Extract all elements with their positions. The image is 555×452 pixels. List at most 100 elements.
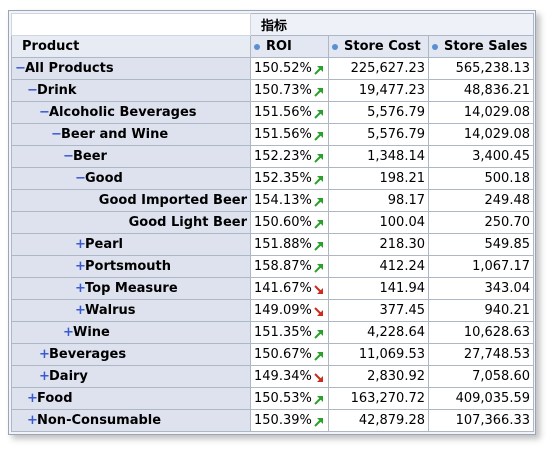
table-row: −Drink 150.73% 19,477.23 48,836.21 [11,79,534,102]
store-sales-cell: 3,400.45 [428,145,534,168]
measure-icon [332,43,338,50]
row-member-cell[interactable]: +Dairy [11,365,251,388]
roi-value: 151.56% [254,127,312,142]
roi-cell: 152.35% [250,167,329,190]
collapse-icon[interactable]: − [63,149,74,164]
expand-icon[interactable]: + [75,281,86,296]
collapse-icon[interactable]: − [27,83,38,98]
row-member-cell[interactable]: +Top Measure [11,277,251,300]
roi-cell: 151.35% [250,321,329,344]
arrow-up-right-icon [313,416,325,428]
store-cost-cell: 198.21 [328,167,429,190]
arrow-up-right-icon [313,64,325,76]
collapse-icon[interactable]: − [75,171,86,186]
row-member-cell[interactable]: −Drink [11,79,251,102]
table-row: −Beer and Wine 151.56% 5,576.79 14,029.08 [11,123,534,146]
roi-value: 152.35% [254,171,312,186]
arrow-up-right-icon [313,394,325,406]
store-sales-cell: 565,238.13 [428,57,534,80]
row-member-cell[interactable]: +Food [11,387,251,410]
table-row: +Pearl 151.88% 218.30 549.85 [11,233,534,256]
measure-header-label: Store Sales [444,39,528,54]
row-member-cell[interactable]: +Pearl [11,233,251,256]
roi-cell: 151.56% [250,123,329,146]
row-label: Walrus [85,303,136,318]
arrow-up-right-icon [313,196,325,208]
store-cost-cell: 5,576.79 [328,123,429,146]
expand-icon[interactable]: + [75,237,86,252]
store-sales-cell: 107,366.33 [428,409,534,432]
row-label: Good Light Beer [128,215,247,230]
row-label: Dairy [49,369,88,384]
table-row: +Beverages 150.67% 11,069.53 27,748.53 [11,343,534,366]
roi-cell: 141.67% [250,277,329,300]
table-row: +Top Measure 141.67% 141.94 343.04 [11,277,534,300]
row-member-cell[interactable]: −All Products [11,57,251,80]
row-label: Beverages [49,347,127,362]
collapse-icon[interactable]: − [51,127,62,142]
store-sales-cell: 14,029.08 [428,101,534,124]
store-cost-cell: 100.04 [328,211,429,234]
pivot-grid: 指标 Product ROI Store Cost Store Sales −A… [8,10,536,435]
corner-cell [11,13,251,36]
store-sales-cell: 10,628.63 [428,321,534,344]
measure-icon [432,43,438,50]
expand-icon[interactable]: + [63,325,74,340]
arrow-down-right-icon [313,306,325,318]
store-cost-cell: 11,069.53 [328,343,429,366]
row-member-cell[interactable]: −Alcoholic Beverages [11,101,251,124]
row-member-cell[interactable]: +Wine [11,321,251,344]
store-cost-cell: 225,627.23 [328,57,429,80]
expand-icon[interactable]: + [75,303,86,318]
measure-header-store-sales[interactable]: Store Sales [428,35,534,58]
measure-icon [254,43,260,50]
arrow-up-right-icon [313,350,325,362]
table-row: −Alcoholic Beverages 151.56% 5,576.79 14,02… [11,101,534,124]
store-cost-cell: 412.24 [328,255,429,278]
row-member-cell[interactable]: −Good [11,167,251,190]
row-label: Top Measure [85,281,178,296]
roi-value: 151.56% [254,105,312,120]
expand-icon[interactable]: + [75,259,86,274]
roi-cell: 150.73% [250,79,329,102]
row-label: Good [85,171,123,186]
roi-value: 150.52% [254,61,312,76]
store-cost-cell: 218.30 [328,233,429,256]
expand-icon[interactable]: + [27,391,38,406]
dimension-header-label: Product [22,39,80,54]
roi-cell: 149.09% [250,299,329,322]
pivot-table: 指标 Product ROI Store Cost Store Sales −A… [11,13,534,432]
expand-icon[interactable]: + [39,369,50,384]
store-sales-cell: 48,836.21 [428,79,534,102]
collapse-icon[interactable]: − [15,61,26,76]
measure-header-roi[interactable]: ROI [250,35,329,58]
store-sales-cell: 549.85 [428,233,534,256]
row-member-cell[interactable]: +Beverages [11,343,251,366]
table-row: Good Light Beer 150.60% 100.04 250.70 [11,211,534,234]
store-cost-cell: 4,228.64 [328,321,429,344]
store-cost-cell: 19,477.23 [328,79,429,102]
store-cost-cell: 377.45 [328,299,429,322]
measure-header-store-cost[interactable]: Store Cost [328,35,429,58]
arrow-up-right-icon [313,130,325,142]
row-member-cell[interactable]: Good Imported Beer [11,189,251,212]
table-row: Good Imported Beer 154.13% 98.17 249.48 [11,189,534,212]
roi-value: 141.67% [254,281,312,296]
row-member-cell[interactable]: +Portsmouth [11,255,251,278]
store-sales-cell: 249.48 [428,189,534,212]
expand-icon[interactable]: + [39,347,50,362]
store-sales-cell: 7,058.60 [428,365,534,388]
row-member-cell[interactable]: −Beer and Wine [11,123,251,146]
row-member-cell[interactable]: −Beer [11,145,251,168]
row-label: Pearl [85,237,123,252]
collapse-icon[interactable]: − [39,105,50,120]
expand-icon[interactable]: + [27,413,38,428]
store-cost-cell: 163,270.72 [328,387,429,410]
store-sales-cell: 14,029.08 [428,123,534,146]
store-sales-cell: 940.21 [428,299,534,322]
roi-value: 150.67% [254,347,312,362]
row-member-cell[interactable]: Good Light Beer [11,211,251,234]
row-member-cell[interactable]: +Non-Consumable [11,409,251,432]
dimension-header[interactable]: Product [11,35,251,58]
row-member-cell[interactable]: +Walrus [11,299,251,322]
